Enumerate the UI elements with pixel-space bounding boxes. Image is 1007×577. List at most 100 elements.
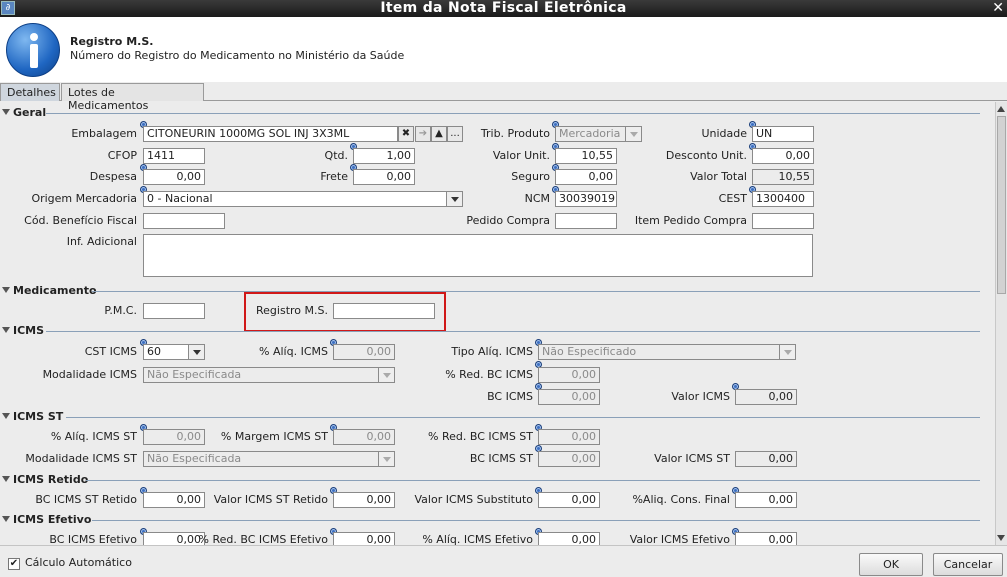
collapse-icon[interactable] bbox=[2, 109, 10, 115]
collapse-icon[interactable] bbox=[2, 516, 10, 522]
collapse-icon[interactable] bbox=[2, 413, 10, 419]
collapse-icon[interactable] bbox=[2, 327, 10, 333]
calculo-automatico-label: Cálculo Automático bbox=[25, 556, 132, 569]
valor-total-field: 10,55 bbox=[752, 169, 814, 185]
section-icms-retido[interactable]: ICMS Retido bbox=[0, 473, 980, 487]
help-header: Registro M.S. Número do Registro do Medi… bbox=[0, 17, 1007, 82]
up-icon[interactable]: ▲ bbox=[431, 126, 447, 142]
section-medicamento[interactable]: Medicamento bbox=[0, 284, 980, 298]
valor-icms-efetivo-field[interactable]: 0,00 bbox=[735, 532, 797, 545]
bc-icms-label: BC ICMS bbox=[487, 390, 533, 403]
vertical-scrollbar[interactable] bbox=[995, 102, 1007, 545]
ok-button[interactable]: OK bbox=[859, 553, 923, 576]
scroll-up-icon[interactable] bbox=[997, 106, 1005, 112]
red-bc-icms-field: 0,00 bbox=[538, 367, 600, 383]
embalagem-field[interactable]: CITONEURIN 1000MG SOL INJ 3X3ML bbox=[143, 126, 398, 142]
registro-ms-field[interactable] bbox=[333, 303, 435, 319]
modalidade-icms-label: Modalidade ICMS bbox=[42, 368, 137, 381]
cancel-button[interactable]: Cancelar bbox=[933, 553, 1003, 576]
unidade-field[interactable]: UN bbox=[752, 126, 814, 142]
bc-icms-st-retido-field[interactable]: 0,00 bbox=[143, 492, 205, 508]
scroll-down-icon[interactable] bbox=[997, 535, 1005, 541]
valor-icms-field: 0,00 bbox=[735, 389, 797, 405]
collapse-icon[interactable] bbox=[2, 476, 10, 482]
red-bc-icms-efetivo-field[interactable]: 0,00 bbox=[333, 532, 395, 545]
aliq-icms-st-label: % Alíq. ICMS ST bbox=[50, 430, 137, 443]
cst-icms-select[interactable]: 60 bbox=[143, 344, 205, 360]
collapse-icon[interactable] bbox=[2, 287, 10, 293]
valor-icms-label: Valor ICMS bbox=[671, 390, 730, 403]
section-label: ICMS ST bbox=[13, 410, 64, 423]
bc-icms-st-field: 0,00 bbox=[538, 451, 600, 467]
section-label: ICMS bbox=[13, 324, 45, 337]
help-subtitle: Número do Registro do Medicamento no Min… bbox=[70, 49, 405, 62]
qtd-field[interactable]: 1,00 bbox=[353, 148, 415, 164]
tab-detalhes[interactable]: Detalhes bbox=[0, 83, 60, 101]
form-content: Geral Embalagem CITONEURIN 1000MG SOL IN… bbox=[0, 102, 995, 545]
section-label: Medicamento bbox=[13, 284, 97, 297]
trib-produto-value: Mercadoria bbox=[559, 127, 621, 140]
frete-field[interactable]: 0,00 bbox=[353, 169, 415, 185]
red-bc-icms-st-field: 0,00 bbox=[538, 429, 600, 445]
pedido-compra-field[interactable] bbox=[555, 213, 617, 229]
section-label: ICMS Retido bbox=[13, 473, 89, 486]
window-title: Item da Nota Fiscal Eletrônica bbox=[380, 0, 627, 16]
despesa-field[interactable]: 0,00 bbox=[143, 169, 205, 185]
pmc-field[interactable] bbox=[143, 303, 205, 319]
origem-label: Origem Mercadoria bbox=[31, 192, 137, 205]
ncm-field[interactable]: 30039019 bbox=[555, 191, 617, 207]
inf-adicional-label: Inf. Adicional bbox=[66, 235, 137, 248]
scroll-thumb[interactable] bbox=[997, 116, 1006, 294]
trib-produto-select[interactable]: Mercadoria bbox=[555, 126, 642, 142]
close-icon[interactable]: ✕ bbox=[992, 0, 1004, 17]
chevron-down-icon bbox=[625, 127, 641, 141]
ellipsis-button[interactable]: ... bbox=[447, 126, 463, 142]
modalidade-icms-value: Não Especificada bbox=[147, 368, 242, 381]
margem-icms-st-label: % Margem ICMS ST bbox=[220, 430, 328, 443]
aliq-icms-efetivo-field[interactable]: 0,00 bbox=[538, 532, 600, 545]
cest-field[interactable]: 1300400 bbox=[752, 191, 814, 207]
valor-unit-field[interactable]: 10,55 bbox=[555, 148, 617, 164]
aliq-cons-final-field[interactable]: 0,00 bbox=[735, 492, 797, 508]
ncm-label: NCM bbox=[524, 192, 550, 205]
desconto-unit-field[interactable]: 0,00 bbox=[752, 148, 814, 164]
origem-value: 0 - Nacional bbox=[147, 192, 213, 205]
section-geral[interactable]: Geral bbox=[0, 106, 980, 120]
red-bc-icms-efetivo-label: % Red. BC ICMS Efetivo bbox=[198, 533, 328, 545]
arrow-right-icon[interactable]: ➔ bbox=[415, 126, 431, 142]
bc-icms-st-label: BC ICMS ST bbox=[469, 452, 533, 465]
valor-unit-label: Valor Unit. bbox=[492, 149, 550, 162]
item-pedido-field[interactable] bbox=[752, 213, 814, 229]
bc-icms-efetivo-field[interactable]: 0,00 bbox=[143, 532, 205, 545]
section-icms-st[interactable]: ICMS ST bbox=[0, 410, 980, 424]
section-icms[interactable]: ICMS bbox=[0, 324, 980, 338]
bc-icms-st-retido-label: BC ICMS ST Retido bbox=[35, 493, 137, 506]
cfop-field[interactable]: 1411 bbox=[143, 148, 205, 164]
aliq-icms-efetivo-label: % Alíq. ICMS Efetivo bbox=[422, 533, 533, 545]
chevron-down-icon bbox=[378, 452, 394, 466]
modalidade-icms-st-value: Não Especificada bbox=[147, 452, 242, 465]
red-bc-icms-st-label: % Red. BC ICMS ST bbox=[428, 430, 533, 443]
info-icon bbox=[6, 23, 60, 77]
tab-lotes-medicamentos[interactable]: Lotes de Medicamentos bbox=[61, 83, 204, 112]
aliq-icms-label: % Alíq. ICMS bbox=[259, 345, 328, 358]
seguro-field[interactable]: 0,00 bbox=[555, 169, 617, 185]
origem-select[interactable]: 0 - Nacional bbox=[143, 191, 463, 207]
calculo-automatico-checkbox[interactable]: ✔ bbox=[8, 558, 20, 570]
valor-total-label: Valor Total bbox=[690, 170, 747, 183]
cod-beneficio-label: Cód. Benefício Fiscal bbox=[24, 214, 137, 227]
cod-beneficio-field[interactable] bbox=[143, 213, 225, 229]
cfop-label: CFOP bbox=[107, 149, 137, 162]
modalidade-icms-st-select: Não Especificada bbox=[143, 451, 395, 467]
registro-ms-label: Registro M.S. bbox=[256, 304, 328, 317]
section-label: ICMS Efetivo bbox=[13, 513, 92, 526]
clear-icon[interactable]: ✖ bbox=[398, 126, 414, 142]
valor-icms-st-retido-field[interactable]: 0,00 bbox=[333, 492, 395, 508]
unidade-label: Unidade bbox=[701, 127, 747, 140]
red-bc-icms-label: % Red. BC ICMS bbox=[445, 368, 533, 381]
section-icms-efetivo[interactable]: ICMS Efetivo bbox=[0, 513, 980, 527]
chevron-down-icon bbox=[446, 192, 462, 206]
inf-adicional-field[interactable] bbox=[143, 234, 813, 277]
bc-icms-efetivo-label: BC ICMS Efetivo bbox=[49, 533, 137, 545]
valor-icms-substituto-field[interactable]: 0,00 bbox=[538, 492, 600, 508]
